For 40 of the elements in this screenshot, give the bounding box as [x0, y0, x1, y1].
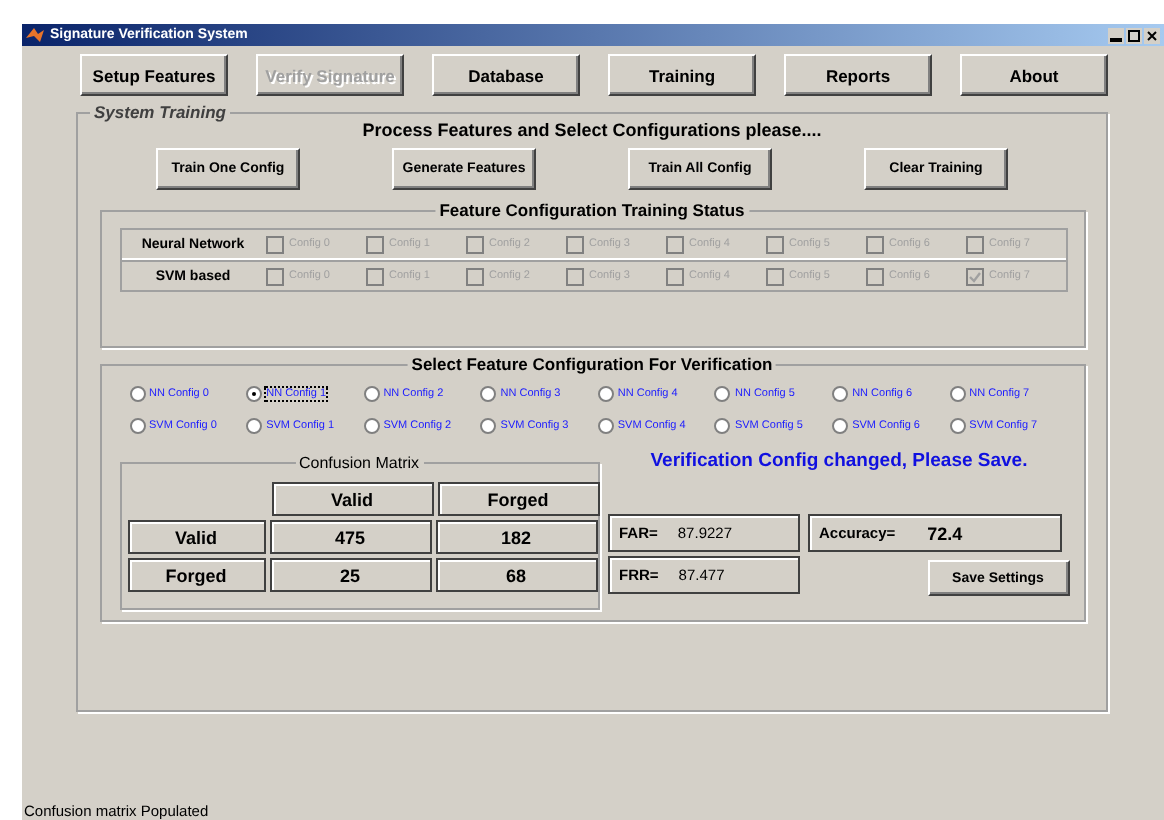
metric-value: 72.4 — [927, 523, 963, 543]
column-header: Forged — [437, 482, 599, 516]
table-cell: 25 — [269, 558, 431, 592]
group-title: System Training — [90, 102, 230, 124]
menu-button[interactable]: Database — [432, 54, 580, 96]
radio-button[interactable] — [480, 417, 497, 433]
menu-button[interactable]: Training — [608, 54, 756, 96]
radio-button[interactable] — [832, 385, 849, 401]
minimize-button[interactable] — [1108, 27, 1124, 43]
table-cell: 68 — [435, 558, 597, 592]
radio-button[interactable] — [246, 385, 263, 401]
radio-button[interactable] — [714, 417, 731, 433]
menu-button[interactable]: About — [960, 54, 1108, 96]
prompt-text: Process Features and Select Configurations please.... — [362, 120, 822, 140]
row-header: Valid — [127, 520, 265, 554]
menu-button[interactable]: Reports — [784, 54, 932, 96]
radio-button[interactable] — [363, 417, 380, 433]
radio-button[interactable] — [363, 385, 380, 401]
group-title: Feature Configuration Training Status — [435, 200, 749, 222]
maximize-button[interactable] — [1126, 27, 1142, 43]
radio-button[interactable] — [246, 417, 263, 433]
radio-button[interactable] — [129, 417, 145, 433]
row-header: Forged — [127, 558, 265, 592]
radio-button[interactable] — [949, 385, 966, 401]
column-header: Valid — [271, 482, 433, 516]
app-icon — [26, 26, 44, 44]
group-title: Select Feature Configuration For Verification — [407, 354, 777, 376]
group-title: Confusion Matrix — [294, 452, 424, 474]
radio-button[interactable] — [597, 417, 614, 433]
table-cell: 182 — [435, 520, 597, 554]
radio-button[interactable] — [832, 417, 849, 433]
radio-button[interactable] — [480, 385, 497, 401]
radio-button[interactable] — [714, 385, 731, 401]
menu-button[interactable]: Setup Features — [80, 54, 228, 96]
table-cell: 475 — [269, 520, 431, 554]
message-text: Verification Config changed, Please Save. — [648, 450, 1030, 476]
radio-button[interactable] — [949, 417, 966, 433]
radio-button[interactable] — [597, 385, 614, 401]
radio-button[interactable] — [129, 385, 145, 401]
close-button[interactable] — [1144, 27, 1160, 43]
